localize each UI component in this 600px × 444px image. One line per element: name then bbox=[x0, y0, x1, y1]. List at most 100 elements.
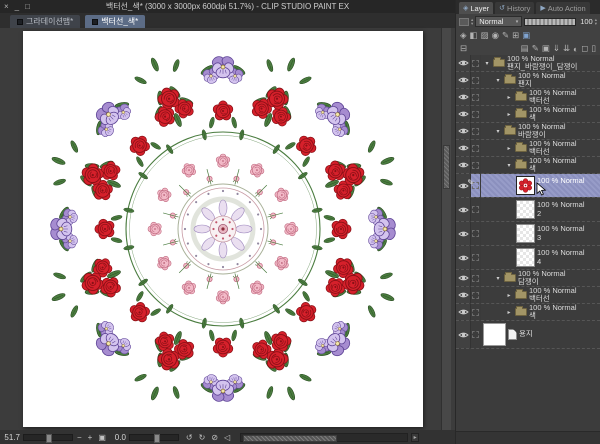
expand-arrow-icon[interactable]: ▸ bbox=[505, 292, 513, 299]
palette-menu-icon[interactable]: ⊟ bbox=[460, 43, 467, 54]
rotate-left-button[interactable]: ↺ bbox=[185, 433, 194, 442]
layer-row-text: 100 % Normal백터선 bbox=[529, 89, 577, 106]
layer-folder-row[interactable]: ▸ 100 % Normal백터선 bbox=[456, 89, 600, 106]
new-raster-layer-icon[interactable]: ▤ bbox=[521, 43, 529, 54]
tab-layer[interactable]: ◈Layer bbox=[459, 2, 493, 14]
paper-layer-row[interactable]: 용지 bbox=[456, 321, 600, 349]
reference-layer-icon[interactable]: ⊞ bbox=[512, 30, 519, 41]
layer-thumbnail[interactable] bbox=[516, 248, 535, 267]
layer-row-text: 100 % Normal4 bbox=[537, 249, 585, 266]
expand-arrow-icon[interactable]: ▸ bbox=[505, 111, 513, 118]
canvas-horizontal-scrollbar[interactable] bbox=[240, 433, 408, 442]
zoom-out-button[interactable]: − bbox=[76, 433, 83, 442]
lock-layer-icon[interactable]: ◧ bbox=[470, 30, 478, 41]
layer-folder-row[interactable]: ▾100 % Normal팬지_바람쟁이_담쟁이 bbox=[456, 55, 600, 72]
combine-mode-icon[interactable] bbox=[459, 18, 469, 26]
fit-to-screen-button[interactable]: ▣ bbox=[97, 433, 107, 442]
transfer-to-lower-layer-icon[interactable]: ⇓ bbox=[553, 43, 560, 54]
layer-row[interactable]: 100 % Normal3 bbox=[456, 222, 600, 246]
rotation-slider[interactable] bbox=[129, 434, 179, 441]
new-vector-layer-icon[interactable]: ✎ bbox=[532, 43, 539, 54]
expand-arrow-icon[interactable]: ▸ bbox=[505, 309, 513, 316]
blend-mode-dropdown[interactable]: Normal ▾ bbox=[475, 16, 522, 27]
layer-badge-placeholder bbox=[472, 254, 479, 261]
visibility-eye-icon[interactable] bbox=[458, 76, 469, 84]
layer-name: 색 bbox=[529, 312, 577, 321]
tab-history[interactable]: ↺History bbox=[495, 2, 534, 14]
draft-layer-icon[interactable]: ✎ bbox=[502, 30, 509, 41]
layer-thumbnail[interactable] bbox=[516, 224, 535, 243]
layer-folder-row[interactable]: ▾100 % Normal바람쟁이 bbox=[456, 123, 600, 140]
layer-folder-row[interactable]: ▾100 % Normal색 bbox=[456, 157, 600, 174]
rotate-right-button[interactable]: ↻ bbox=[198, 433, 207, 442]
layer-name: 백터선 bbox=[529, 97, 577, 106]
expand-arrow-icon[interactable]: ▸ bbox=[505, 94, 513, 101]
visibility-eye-icon[interactable] bbox=[458, 274, 469, 282]
minimize-window-button[interactable]: _ bbox=[15, 2, 19, 11]
canvas-page[interactable] bbox=[23, 31, 423, 427]
enable-mask-icon[interactable]: ◉ bbox=[492, 30, 499, 41]
layer-badge-placeholder bbox=[472, 230, 479, 237]
maximize-window-button[interactable]: □ bbox=[25, 2, 30, 11]
layer-thumbnail[interactable] bbox=[516, 200, 535, 219]
layer-color-icon[interactable]: ▣ bbox=[522, 30, 530, 41]
layer-folder-icon bbox=[504, 76, 516, 84]
tab-thumbnail-icon bbox=[92, 19, 98, 25]
visibility-gutter bbox=[456, 106, 471, 122]
layer-row-text: 100 % Normal3 bbox=[537, 225, 585, 242]
zoom-in-button[interactable]: + bbox=[87, 433, 94, 442]
collapse-arrow-icon[interactable]: ▾ bbox=[505, 162, 513, 169]
layer-folder-row[interactable]: ▸100 % Normal백터선 bbox=[456, 287, 600, 304]
expand-arrow-icon[interactable]: ▸ bbox=[505, 145, 513, 152]
collapse-arrow-icon[interactable]: ▾ bbox=[494, 275, 502, 282]
collapse-arrow-icon[interactable]: ▾ bbox=[494, 77, 502, 84]
canvas-vertical-scrollbar[interactable] bbox=[441, 28, 451, 430]
opacity-slider[interactable] bbox=[524, 18, 575, 26]
visibility-eye-icon[interactable] bbox=[458, 206, 469, 214]
collapse-arrow-icon[interactable]: ▾ bbox=[483, 60, 491, 67]
collapse-arrow-icon[interactable]: ▾ bbox=[494, 128, 502, 135]
combine-mode-stepper[interactable]: ▴▾ bbox=[471, 18, 473, 25]
layer-folder-row[interactable]: ▸100 % Normal백터선 bbox=[456, 140, 600, 157]
opacity-stepper[interactable]: ▴▾ bbox=[595, 18, 597, 25]
layer-thumbnail-rose[interactable] bbox=[516, 176, 535, 195]
reset-rotation-button[interactable]: ⊘ bbox=[210, 433, 219, 442]
layer-folder-row[interactable]: ▸100 % Normal색 bbox=[456, 106, 600, 123]
visibility-eye-icon[interactable] bbox=[458, 331, 469, 339]
visibility-eye-icon[interactable] bbox=[458, 59, 469, 67]
layer-folder-row[interactable]: ▸100 % Normal색 bbox=[456, 304, 600, 321]
create-layer-mask-icon[interactable]: ◐ bbox=[573, 44, 578, 54]
delete-layer-icon[interactable]: ▯ bbox=[591, 43, 596, 54]
visibility-eye-icon[interactable] bbox=[458, 127, 469, 135]
zoom-slider[interactable] bbox=[23, 434, 73, 441]
layer-row[interactable]: 100 % Normal2 bbox=[456, 198, 600, 222]
visibility-eye-icon[interactable] bbox=[458, 161, 469, 169]
visibility-eye-icon[interactable] bbox=[458, 230, 469, 238]
close-window-button[interactable]: × bbox=[4, 2, 9, 11]
paper-layer-thumbnail[interactable] bbox=[483, 323, 506, 346]
new-layer-folder-icon[interactable]: ▣ bbox=[542, 43, 550, 54]
visibility-eye-icon[interactable] bbox=[458, 308, 469, 316]
visibility-eye-icon[interactable] bbox=[458, 93, 469, 101]
clip-to-layer-below-icon[interactable]: ◈ bbox=[460, 30, 467, 41]
layer-folder-row[interactable]: ▾100 % Normal팬지 bbox=[456, 72, 600, 89]
merge-with-lower-layer-icon[interactable]: ⇊ bbox=[563, 43, 570, 54]
tab-auto-action[interactable]: ▶Auto Action bbox=[536, 2, 589, 14]
apply-mask-icon[interactable]: ◻ bbox=[581, 43, 588, 54]
vertical-scrollbar-thumb[interactable] bbox=[443, 145, 450, 189]
tab-auto-action-label: Auto Action bbox=[548, 4, 586, 13]
document-tab-0[interactable]: 그라데이션맵* bbox=[10, 15, 80, 28]
visibility-eye-icon[interactable] bbox=[458, 110, 469, 118]
document-tab-1[interactable]: 백터선_색* bbox=[85, 15, 145, 28]
lock-transparent-pixels-icon[interactable]: ▨ bbox=[481, 30, 489, 41]
layer-row[interactable]: 100 % Normal4 bbox=[456, 246, 600, 270]
horizontal-scrollbar-thumb[interactable] bbox=[243, 435, 337, 442]
layer-row[interactable]: ✎100 % Normal1 bbox=[456, 174, 600, 198]
visibility-eye-icon[interactable] bbox=[458, 254, 469, 262]
layer-folder-row[interactable]: ▾100 % Normal담쟁이 bbox=[456, 270, 600, 287]
scroll-right-arrow[interactable]: ▸ bbox=[411, 433, 419, 442]
visibility-eye-icon[interactable] bbox=[458, 144, 469, 152]
flip-horizontal-button[interactable]: ◁ bbox=[223, 433, 231, 442]
visibility-eye-icon[interactable] bbox=[458, 291, 469, 299]
visibility-gutter bbox=[456, 198, 471, 221]
